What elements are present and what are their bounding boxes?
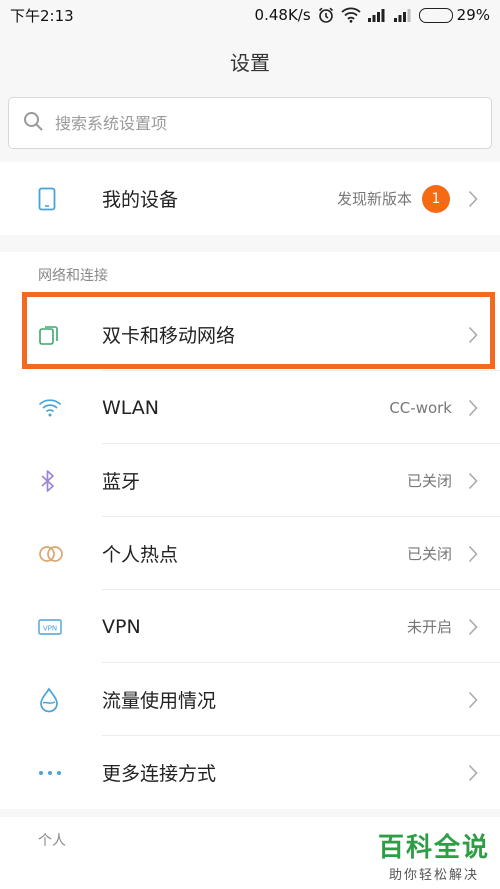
chevron-right-icon (468, 326, 500, 344)
chevron-right-icon (468, 618, 500, 636)
phone-icon (0, 187, 102, 211)
chevron-right-icon (468, 545, 500, 563)
chevron-right-icon (468, 472, 500, 490)
network-speed: 0.48K/s (254, 6, 311, 24)
battery-percent: 29% (456, 6, 490, 24)
status-time: 下午2:13 (10, 6, 74, 25)
water-drop-icon (0, 686, 102, 713)
wlan-value: CC-work (389, 398, 452, 417)
chevron-right-icon (468, 190, 500, 208)
wifi-icon (0, 398, 102, 418)
my-device-label: 我的设备 (102, 189, 179, 211)
vpn-value: 未开启 (406, 618, 452, 636)
network-card: 网络和连接 双卡和移动网络 WLAN CC-work 蓝牙 已关闭 个人热点 已… (0, 252, 500, 809)
more-dots-icon (0, 770, 102, 776)
alarm-icon (317, 6, 335, 24)
svg-text:VPN: VPN (43, 624, 57, 632)
search-icon (23, 111, 43, 135)
dual-sim-label: 双卡和移动网络 (102, 325, 236, 347)
more-connections-item[interactable]: 更多连接方式 (0, 736, 500, 809)
search-box[interactable] (8, 97, 492, 149)
wlan-item[interactable]: WLAN CC-work (0, 371, 500, 444)
wlan-label: WLAN (102, 396, 160, 419)
more-connections-label: 更多连接方式 (102, 763, 217, 785)
device-card: 我的设备 发现新版本 1 (0, 162, 500, 235)
watermark-subtitle: 助你轻松解决 (388, 868, 479, 883)
battery-indicator: 29% (418, 6, 490, 24)
bluetooth-icon (0, 469, 102, 493)
signal-icon-2 (393, 8, 413, 22)
bluetooth-value: 已关闭 (406, 472, 452, 490)
hotspot-item[interactable]: 个人热点 已关闭 (0, 517, 500, 590)
vpn-item[interactable]: VPN VPN 未开启 (0, 590, 500, 663)
page-title-bar: 设置 (0, 30, 500, 92)
bluetooth-label: 蓝牙 (102, 471, 141, 493)
signal-icon (367, 8, 387, 22)
hotspot-label: 个人热点 (102, 544, 179, 566)
status-bar: 下午2:13 0.48K/s 29% (0, 0, 500, 30)
hotspot-value: 已关闭 (406, 545, 452, 563)
update-badge: 1 (422, 184, 450, 213)
watermark: 百科全说 助你轻松解决 (378, 827, 490, 883)
my-device-value: 发现新版本 (336, 190, 412, 208)
chevron-right-icon (468, 399, 500, 417)
data-usage-label: 流量使用情况 (102, 690, 217, 712)
page-title: 设置 (230, 50, 270, 75)
my-device-item[interactable]: 我的设备 发现新版本 1 (0, 162, 500, 235)
search-input[interactable] (55, 113, 455, 133)
section-header-network: 网络和连接 (38, 268, 108, 284)
chevron-right-icon (468, 764, 500, 782)
sim-card-icon (0, 324, 102, 346)
wifi-icon (341, 7, 361, 23)
battery-icon (418, 7, 453, 23)
vpn-icon: VPN (0, 618, 102, 636)
bluetooth-item[interactable]: 蓝牙 已关闭 (0, 444, 500, 517)
hotspot-icon (0, 545, 102, 563)
vpn-label: VPN (102, 615, 141, 638)
watermark-title: 百科全说 (377, 833, 490, 863)
chevron-right-icon (468, 691, 500, 709)
data-usage-item[interactable]: 流量使用情况 (0, 663, 500, 736)
sidebar-item-dual-sim[interactable]: 双卡和移动网络 (0, 298, 500, 371)
